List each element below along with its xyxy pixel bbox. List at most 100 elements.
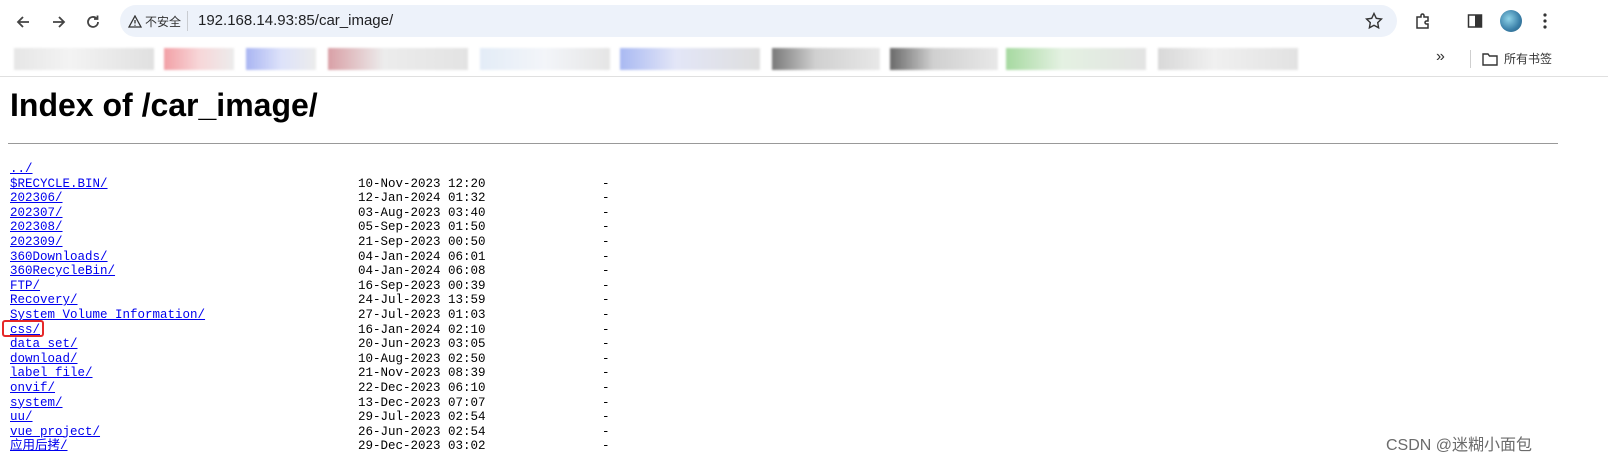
listing-row: 202306/12-Jan-2024 01:32 -	[10, 191, 610, 206]
entry-size: -	[602, 380, 610, 395]
page-title: Index of /car_image/	[10, 87, 318, 123]
bookmark-item-blurred[interactable]	[246, 48, 316, 70]
security-indicator[interactable]: 不安全	[128, 11, 189, 31]
listing-row: 应用后拷/29-Dec-2023 03:02 -	[10, 439, 610, 454]
entry-date: 29-Dec-2023 03:02	[358, 439, 486, 454]
entry-size: -	[602, 307, 610, 322]
url-text[interactable]: 192.168.14.93:85/car_image/	[198, 12, 393, 29]
bookmark-item-blurred[interactable]	[772, 48, 880, 70]
back-button[interactable]	[10, 9, 36, 35]
entry-date: 26-Jun-2023 02:54	[358, 424, 486, 439]
bookmark-item-blurred[interactable]	[620, 48, 760, 70]
extensions-button[interactable]	[1412, 10, 1434, 32]
profile-avatar[interactable]	[1500, 10, 1522, 32]
listing-row: ../	[10, 162, 205, 177]
reload-button[interactable]	[80, 9, 106, 35]
entry-size: -	[602, 395, 610, 410]
directory-listing: ../$RECYCLE.BIN/10-Nov-2023 12:20-202306…	[10, 162, 610, 454]
listing-row: download/10-Aug-2023 02:50 -	[10, 352, 610, 367]
folder-icon	[1482, 52, 1498, 66]
bookmark-item-blurred[interactable]	[890, 48, 998, 70]
entry-date: 10-Aug-2023 02:50	[358, 351, 486, 366]
entry-date: 10-Nov-2023 12:20	[358, 176, 486, 191]
entry-date: 04-Jan-2024 06:08	[358, 264, 486, 279]
entry-link[interactable]: data_set/	[10, 337, 78, 351]
entry-link[interactable]: download/	[10, 352, 78, 366]
listing-row: $RECYCLE.BIN/10-Nov-2023 12:20 -	[10, 177, 610, 192]
entry-size: -	[602, 322, 610, 337]
reload-icon	[87, 15, 99, 28]
back-arrow-icon	[16, 16, 29, 28]
entry-link[interactable]: vue_project/	[10, 425, 100, 439]
kebab-menu-icon	[1543, 13, 1547, 29]
highlight-box	[2, 320, 44, 337]
entry-date: 24-Jul-2023 13:59	[358, 293, 486, 308]
forward-button[interactable]	[46, 9, 72, 35]
warning-triangle-icon	[128, 14, 142, 28]
entry-link[interactable]: 应用后拷/	[10, 439, 68, 453]
side-panel-button[interactable]	[1464, 10, 1486, 32]
entry-date: 27-Jul-2023 01:03	[358, 307, 486, 322]
entry-link[interactable]: FTP/	[10, 279, 40, 293]
entry-size: -	[602, 191, 610, 206]
security-label: 不安全	[145, 14, 182, 29]
entry-link[interactable]: uu/	[10, 410, 33, 424]
listing-row: 360Downloads/04-Jan-2024 06:01 -	[10, 250, 610, 265]
bookmark-item-blurred[interactable]	[1158, 48, 1298, 70]
listing-row: FTP/16-Sep-2023 00:39 -	[10, 279, 610, 294]
entry-size: -	[602, 176, 610, 191]
entry-link[interactable]: 202309/	[10, 235, 63, 249]
entry-size: -	[602, 234, 610, 249]
puzzle-icon	[1416, 13, 1429, 29]
entry-size: -	[602, 366, 610, 381]
entry-link[interactable]: 360Downloads/	[10, 250, 108, 264]
entry-link[interactable]: ../	[10, 162, 33, 176]
bookmarks-bar: » 所有书签	[0, 42, 1608, 77]
entry-date: 21-Nov-2023 08:39	[358, 366, 486, 381]
entry-link[interactable]: label_file/	[10, 366, 93, 380]
all-bookmarks-button[interactable]: 所有书签	[1482, 50, 1552, 67]
entry-date: 12-Jan-2024 01:32	[358, 191, 486, 206]
listing-row: label_file/21-Nov-2023 08:39 -	[10, 366, 610, 381]
page-content: Index of /car_image/ ../$RECYCLE.BIN/10-…	[0, 77, 1608, 472]
bookmarks-divider	[1470, 50, 1471, 68]
listing-row: Recovery/24-Jul-2023 13:59 -	[10, 293, 610, 308]
address-bar[interactable]: 不安全 192.168.14.93:85/car_image/	[120, 5, 1397, 37]
entry-link[interactable]: system/	[10, 396, 63, 410]
listing-row: vue_project/26-Jun-2023 02:54 -	[10, 425, 610, 440]
entry-link[interactable]: 202307/	[10, 206, 63, 220]
entry-size: -	[602, 351, 610, 366]
listing-row: 202309/21-Sep-2023 00:50 -	[10, 235, 610, 250]
bookmark-item-blurred[interactable]	[480, 48, 610, 70]
more-bookmarks-button[interactable]: »	[1436, 48, 1445, 66]
entry-link[interactable]: 360RecycleBin/	[10, 264, 115, 278]
listing-row: 202307/03-Aug-2023 03:40 -	[10, 206, 610, 221]
entry-link[interactable]: Recovery/	[10, 293, 78, 307]
entry-date: 20-Jun-2023 03:05	[358, 337, 486, 352]
entry-size: -	[602, 220, 610, 235]
entry-date: 16-Jan-2024 02:10	[358, 322, 486, 337]
entry-size: -	[602, 424, 610, 439]
listing-row: system/13-Dec-2023 07:07 -	[10, 396, 610, 411]
entry-link[interactable]: 202308/	[10, 220, 63, 234]
all-bookmarks-label: 所有书签	[1504, 52, 1553, 66]
bookmark-item-blurred[interactable]	[14, 48, 154, 70]
entry-size: -	[602, 278, 610, 293]
entry-date: 13-Dec-2023 07:07	[358, 395, 486, 410]
browser-menu-button[interactable]	[1534, 10, 1556, 32]
forward-arrow-icon	[53, 16, 66, 28]
bookmark-item-blurred[interactable]	[164, 48, 234, 70]
watermark: CSDN @迷糊小面包	[1386, 437, 1533, 454]
entry-date: 29-Jul-2023 02:54	[358, 410, 486, 425]
listing-row: 202308/05-Sep-2023 01:50 -	[10, 220, 610, 235]
bookmark-item-blurred[interactable]	[1006, 48, 1146, 70]
listing-row: onvif/22-Dec-2023 06:10 -	[10, 381, 610, 396]
listing-row: 360RecycleBin/04-Jan-2024 06:08 -	[10, 264, 610, 279]
entry-size: -	[602, 205, 610, 220]
entry-date: 03-Aug-2023 03:40	[358, 205, 486, 220]
bookmark-item-blurred[interactable]	[328, 48, 468, 70]
bookmark-star-button[interactable]	[1364, 11, 1384, 35]
entry-link[interactable]: 202306/	[10, 191, 63, 205]
entry-link[interactable]: onvif/	[10, 381, 55, 395]
entry-link[interactable]: $RECYCLE.BIN/	[10, 177, 108, 191]
